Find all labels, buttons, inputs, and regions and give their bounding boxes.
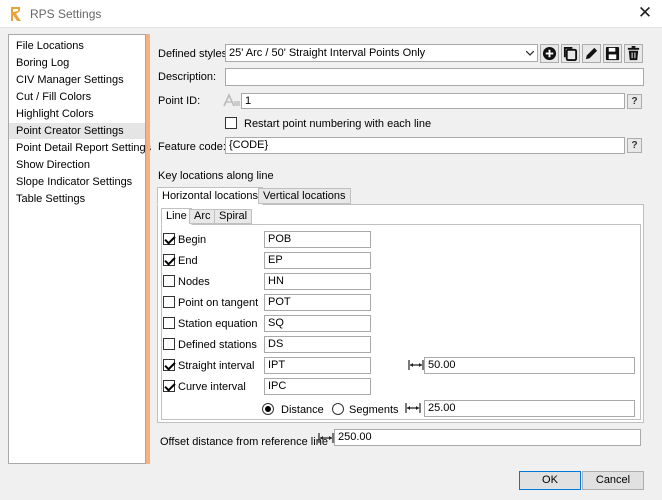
add-style-button[interactable] — [540, 44, 559, 63]
nav-item[interactable]: Table Settings — [9, 191, 145, 207]
app-icon — [11, 7, 21, 21]
dimension-icon — [318, 433, 334, 443]
nav-item[interactable]: Point Creator Settings — [9, 123, 145, 139]
nav-item[interactable]: Cut / Fill Colors — [9, 89, 145, 105]
location-label: Defined stations — [178, 339, 257, 351]
offset-distance-input[interactable]: 250.00 — [334, 429, 641, 446]
description-input[interactable] — [225, 68, 644, 86]
defined-styles-value: 25' Arc / 50' Straight Interval Points O… — [229, 47, 426, 59]
point-id-icon — [223, 93, 240, 107]
save-icon — [605, 46, 620, 61]
distance-label: Distance — [281, 404, 324, 416]
location-label: End — [178, 255, 198, 267]
offset-distance-label: Offset distance from reference line — [160, 436, 328, 448]
copy-icon — [563, 46, 578, 61]
dimension-icon — [408, 360, 424, 370]
curve-interval-value-input[interactable]: 25.00 — [424, 400, 635, 417]
key-locations-label: Key locations along line — [158, 170, 274, 182]
location-checkbox[interactable] — [163, 359, 175, 371]
nav-item[interactable]: Highlight Colors — [9, 106, 145, 122]
dropdown-arrow-icon — [526, 51, 534, 56]
nav-item[interactable]: File Locations — [9, 38, 145, 54]
location-checkbox[interactable] — [163, 233, 175, 245]
location-checkbox[interactable] — [163, 317, 175, 329]
save-style-button[interactable] — [603, 44, 622, 63]
delete-icon — [627, 46, 640, 61]
add-icon — [542, 46, 557, 61]
splitter[interactable] — [146, 34, 150, 464]
point-id-label: Point ID: — [158, 95, 201, 107]
tab-line[interactable]: Line — [161, 208, 192, 225]
edit-style-button[interactable] — [582, 44, 601, 63]
location-label: Curve interval — [178, 381, 246, 393]
tab-arc[interactable]: Arc — [189, 209, 216, 224]
window-title: RPS Settings — [30, 7, 102, 21]
title-bar: RPS Settings ✕ — [0, 0, 662, 28]
location-checkbox[interactable] — [163, 275, 175, 287]
location-checkbox[interactable] — [163, 338, 175, 350]
location-checkbox[interactable] — [163, 380, 175, 392]
location-label: Point on tangent — [178, 297, 259, 309]
restart-numbering-checkbox[interactable] — [225, 117, 237, 129]
location-label: Straight interval — [178, 360, 255, 372]
defined-styles-label: Defined styles — [158, 48, 228, 60]
edit-icon — [585, 47, 598, 60]
ok-button[interactable]: OK — [519, 471, 581, 490]
point-id-input[interactable]: 1 — [241, 93, 625, 109]
location-code-input[interactable]: POT — [264, 294, 371, 311]
distance-radio[interactable] — [262, 403, 274, 415]
location-code-input[interactable]: IPC — [264, 378, 371, 395]
location-code-input[interactable]: DS — [264, 336, 371, 353]
segments-label: Segments — [349, 404, 399, 416]
point-id-help-button[interactable]: ? — [627, 94, 642, 109]
location-code-input[interactable]: IPT — [264, 357, 371, 374]
location-label: Begin — [178, 234, 207, 246]
nav-item[interactable]: CIV Manager Settings — [9, 72, 145, 88]
restart-numbering-label: Restart point numbering with each line — [244, 118, 432, 130]
delete-style-button[interactable] — [624, 44, 643, 63]
location-checkbox[interactable] — [163, 296, 175, 308]
nav-item[interactable]: Slope Indicator Settings — [9, 174, 145, 190]
location-label: Nodes — [178, 276, 210, 288]
defined-styles-select[interactable]: 25' Arc / 50' Straight Interval Points O… — [225, 44, 538, 62]
nav-item[interactable]: Boring Log — [9, 55, 145, 71]
tab-vertical-locations[interactable]: Vertical locations — [258, 188, 351, 204]
description-label: Description: — [158, 71, 217, 83]
close-icon[interactable]: ✕ — [634, 3, 656, 23]
cancel-button[interactable]: Cancel — [582, 471, 644, 490]
location-checkbox[interactable] — [163, 254, 175, 266]
location-code-input[interactable]: HN — [264, 273, 371, 290]
nav-item[interactable]: Point Detail Report Settings — [9, 140, 151, 156]
location-code-input[interactable]: SQ — [264, 315, 371, 332]
location-code-input[interactable]: EP — [264, 252, 371, 269]
feature-code-help-button[interactable]: ? — [627, 138, 642, 153]
copy-style-button[interactable] — [561, 44, 580, 63]
tab-horizontal-locations[interactable]: Horizontal locations — [157, 187, 263, 205]
settings-nav: File Locations Boring Log CIV Manager Sett… — [8, 34, 151, 464]
nav-item[interactable]: Show Direction — [9, 157, 145, 173]
tab-spiral[interactable]: Spiral — [214, 209, 253, 224]
feature-code-label: Feature code: — [158, 141, 226, 153]
feature-code-input[interactable]: {CODE} — [225, 137, 625, 154]
dimension-icon — [405, 403, 421, 413]
location-code-input[interactable]: POB — [264, 231, 371, 248]
segments-radio[interactable] — [332, 403, 344, 415]
location-label: Station equation — [178, 318, 258, 330]
straight-interval-value-input[interactable]: 50.00 — [424, 357, 635, 374]
